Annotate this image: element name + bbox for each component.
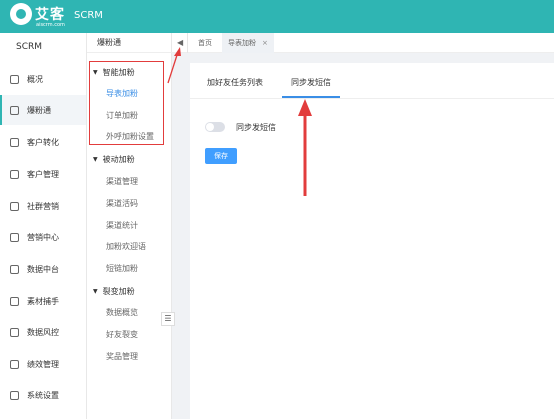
submenu-item-channel-manage[interactable]: 渠道管理 [106, 176, 138, 187]
submenu-item-channel-stats[interactable]: 渠道统计 [106, 220, 138, 231]
submenu-group-fission[interactable]: ▼ 裂变加粉 [93, 286, 135, 297]
group-icon [10, 201, 19, 211]
logo-icon [10, 3, 32, 25]
submenu-item-overview[interactable]: 数据概览 [106, 307, 138, 318]
gear-icon [10, 390, 19, 400]
caret-down-icon: ▼ [93, 288, 98, 295]
sidebar-item-customers[interactable]: 客户管理 [0, 159, 86, 189]
sidebar-item-label: 素材捕手 [27, 296, 59, 306]
active-tab-indicator [282, 96, 340, 98]
sidebar-title: SCRM [16, 42, 43, 52]
sidebar-item-label: 客户管理 [27, 169, 59, 179]
collapse-menu-icon[interactable]: ☰ [161, 312, 175, 326]
sidebar-item-label: 绩效管理 [27, 359, 59, 369]
submenu-item-friend-fission[interactable]: 好友裂变 [106, 329, 138, 340]
sidebar-item-label: 爆粉通 [27, 105, 51, 115]
sidebar-item-community[interactable]: 社群营销 [0, 191, 86, 221]
logo-subtext: aiscrm.com [36, 22, 65, 28]
material-icon [10, 296, 19, 306]
tab-sync-sms[interactable]: 同步发短信 [291, 77, 331, 88]
convert-icon [10, 137, 19, 147]
page-tabbar: ◀ 首页 导表加粉 × [172, 33, 554, 53]
marketing-icon [10, 232, 19, 242]
tab-home[interactable]: 首页 [196, 33, 214, 53]
submenu-item-prizes[interactable]: 奖品管理 [106, 351, 138, 362]
sidebar-item-label: 概况 [27, 74, 43, 84]
tab-friend-task-list[interactable]: 加好友任务列表 [207, 77, 263, 88]
sidebar-item-label: 社群营销 [27, 201, 59, 211]
sidebar-item-marketing[interactable]: 营销中心 [0, 222, 86, 252]
sync-sms-toggle[interactable] [205, 122, 225, 132]
user-icon [10, 105, 19, 115]
content-tab-divider [190, 98, 554, 99]
primary-sidebar: SCRM 概况 爆粉通 客户转化 客户管理 社群营销 营销中心 数据中台 素材捕… [0, 33, 87, 419]
sidebar-item-conversion[interactable]: 客户转化 [0, 127, 86, 157]
caret-down-icon: ▼ [93, 156, 98, 163]
data-icon [10, 264, 19, 274]
sidebar-item-baofentong[interactable]: 爆粉通 [0, 95, 86, 125]
home-icon [10, 74, 19, 84]
top-header: 艾客 aiscrm.com SCRM [0, 0, 554, 33]
annotation-highlight-box [89, 61, 164, 145]
sidebar-item-label: 系统设置 [27, 390, 59, 400]
main-content: 加好友任务列表 同步发短信 同步发短信 保存 [190, 63, 554, 419]
submenu-title: 爆粉通 [87, 33, 172, 53]
sidebar-item-performance[interactable]: 绩效管理 [0, 349, 86, 379]
submenu-group-passive[interactable]: ▼ 被动加粉 [93, 154, 135, 165]
tab-prev-arrow-icon[interactable]: ◀ [177, 38, 183, 47]
submenu-group-label: 裂变加粉 [102, 287, 135, 296]
tab-separator [187, 33, 188, 53]
sidebar-item-material[interactable]: 素材捕手 [0, 286, 86, 316]
sidebar-item-overview[interactable]: 概况 [0, 64, 86, 94]
sidebar-item-label: 客户转化 [27, 137, 59, 147]
shield-icon [10, 327, 19, 337]
performance-icon [10, 359, 19, 369]
logo-text: 艾客 [35, 7, 65, 23]
sidebar-item-settings[interactable]: 系统设置 [0, 380, 86, 410]
sidebar-item-risk[interactable]: 数据风控 [0, 317, 86, 347]
submenu-group-label: 被动加粉 [102, 155, 135, 164]
tab-import[interactable]: 导表加粉 × [222, 33, 274, 53]
submenu-item-welcome[interactable]: 加粉欢迎语 [106, 241, 146, 252]
sidebar-item-label: 数据风控 [27, 327, 59, 337]
save-button[interactable]: 保存 [205, 148, 237, 164]
sidebar-item-data[interactable]: 数据中台 [0, 254, 86, 284]
toggle-label: 同步发短信 [236, 123, 276, 132]
sidebar-item-label: 数据中台 [27, 264, 59, 274]
submenu-item-channel-code[interactable]: 渠道活码 [106, 198, 138, 209]
customers-icon [10, 169, 19, 179]
submenu-item-shortlink[interactable]: 短链加粉 [106, 263, 138, 274]
close-icon[interactable]: × [262, 39, 268, 47]
app-title: SCRM [74, 10, 103, 21]
sidebar-item-label: 营销中心 [27, 232, 59, 242]
tab-label: 导表加粉 [228, 39, 256, 47]
